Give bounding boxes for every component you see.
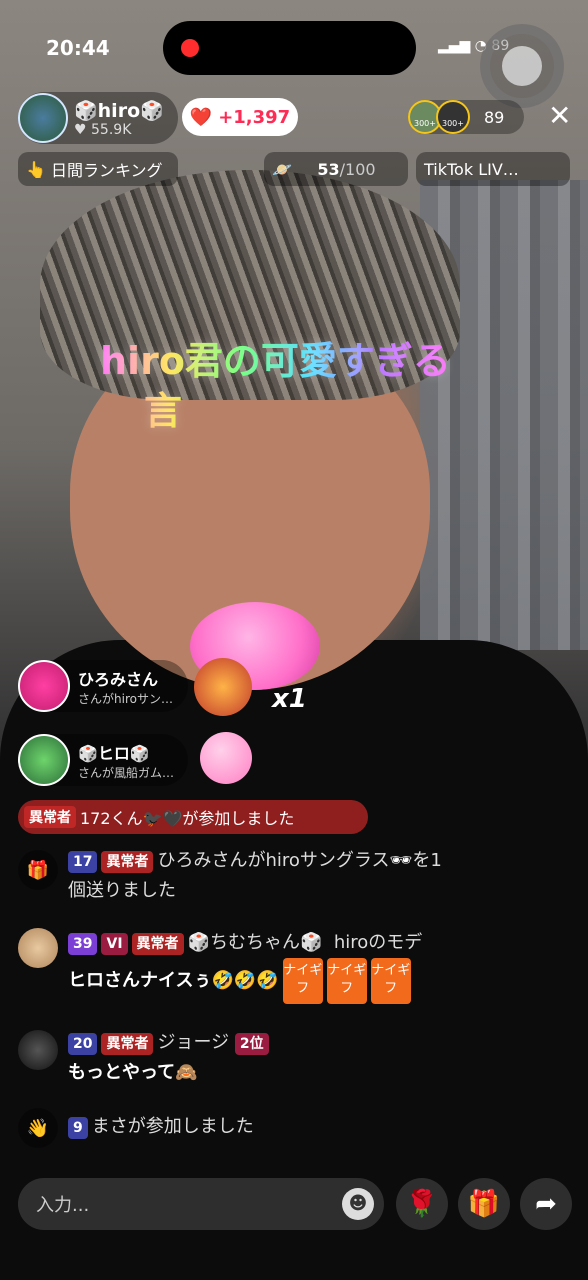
tag-badge: 異常者 — [101, 1033, 154, 1055]
chat-message[interactable]: 17 異常者 ひろみさんがhiroサングラス🕶を1 個送りました — [68, 846, 568, 906]
user-avatar[interactable] — [18, 928, 58, 968]
like-counter-button[interactable]: ❤️ +1,397 — [182, 98, 298, 136]
close-icon[interactable]: ✕ — [548, 102, 571, 130]
bubble-gum-gift-icon — [200, 732, 252, 784]
chat-message[interactable]: 39 VI 異常者 🎲ちむちゃん🎲 hiroのモデ ヒロさんナイスぅ🤣🤣🤣 ナイギフナイ… — [68, 928, 568, 1004]
gift-notification[interactable]: ひろみさん さんがhiroサン… — [18, 660, 188, 712]
tag-badge: 異常者 — [101, 851, 154, 873]
chat-message[interactable]: 20 異常者 ジョージ 2位 もっとやって🙈 — [68, 1028, 568, 1088]
viewer-count: 89 — [484, 107, 505, 127]
progress-pill[interactable]: 🪐 53/100 — [264, 152, 408, 186]
viewer-list[interactable]: 300+ 300+ 89 — [408, 100, 524, 134]
gift-box-icon: 🎁 — [18, 850, 58, 890]
gift-count: x1 — [272, 684, 307, 714]
gift-icon: 🎁 — [467, 1189, 501, 1219]
tag-badge: 異常者 — [131, 933, 184, 955]
sunglasses-gift-icon — [194, 658, 252, 716]
share-button[interactable]: ➦ — [520, 1178, 572, 1230]
wave-icon: 👋 — [18, 1108, 58, 1148]
daily-ranking-pill[interactable]: 👆 日間ランキング — [18, 152, 178, 186]
host-avatar[interactable] — [18, 93, 68, 143]
rank-badge: 2位 — [234, 1033, 269, 1055]
host-likes: ♥ 55.9K — [74, 121, 132, 138]
chip[interactable]: ナイギフ — [370, 958, 411, 1004]
rose-button[interactable]: 🌹 — [396, 1178, 448, 1230]
host-name: 🎲hiro🎲 — [74, 99, 164, 122]
fire-icon: 👆 — [26, 159, 46, 179]
chat-message[interactable]: 9 まさが参加しました — [68, 1112, 254, 1142]
comment-input[interactable]: 入力... ☻ — [18, 1178, 384, 1230]
level-badge: 9 — [68, 1117, 88, 1139]
assistive-touch-button[interactable] — [480, 24, 564, 108]
level-badge: 39 — [68, 933, 98, 955]
chip[interactable]: ナイギフ — [282, 958, 323, 1004]
tiktok-live-pill[interactable]: TikTok LIV… — [416, 152, 570, 186]
chip[interactable]: ナイギフ — [326, 958, 367, 1004]
gift-sender-avatar[interactable] — [18, 734, 70, 786]
user-avatar[interactable] — [18, 1030, 58, 1070]
heart-icon: ❤️ — [189, 106, 213, 128]
planet-icon: 🪐 — [272, 159, 292, 179]
level-badge: 17 — [68, 851, 98, 873]
sunglasses-icon: 🕶 — [389, 850, 413, 871]
gift-button[interactable]: 🎁 — [458, 1178, 510, 1230]
viewer-avatar-2[interactable]: 300+ — [436, 100, 470, 134]
overlay-caption: hiro君の可愛すぎる 言 — [100, 336, 451, 436]
status-time: 20:44 — [46, 36, 110, 60]
gift-notification[interactable]: 🎲ヒロ🎲 さんが風船ガム… — [18, 734, 188, 786]
join-banner: 異常者 172くん🐦‍⬛🖤が参加しました — [18, 800, 368, 834]
share-icon: ➦ — [535, 1189, 557, 1219]
gift-sender-avatar[interactable] — [18, 660, 70, 712]
host-info[interactable]: 🎲hiro🎲 ♥ 55.9K — [18, 92, 178, 144]
level-badge: 20 — [68, 1033, 98, 1055]
smile-icon[interactable]: ☻ — [342, 1188, 374, 1220]
record-icon — [181, 39, 199, 57]
rose-icon: 🌹 — [405, 1189, 439, 1219]
like-count: +1,397 — [218, 106, 291, 128]
dynamic-island — [163, 21, 416, 75]
